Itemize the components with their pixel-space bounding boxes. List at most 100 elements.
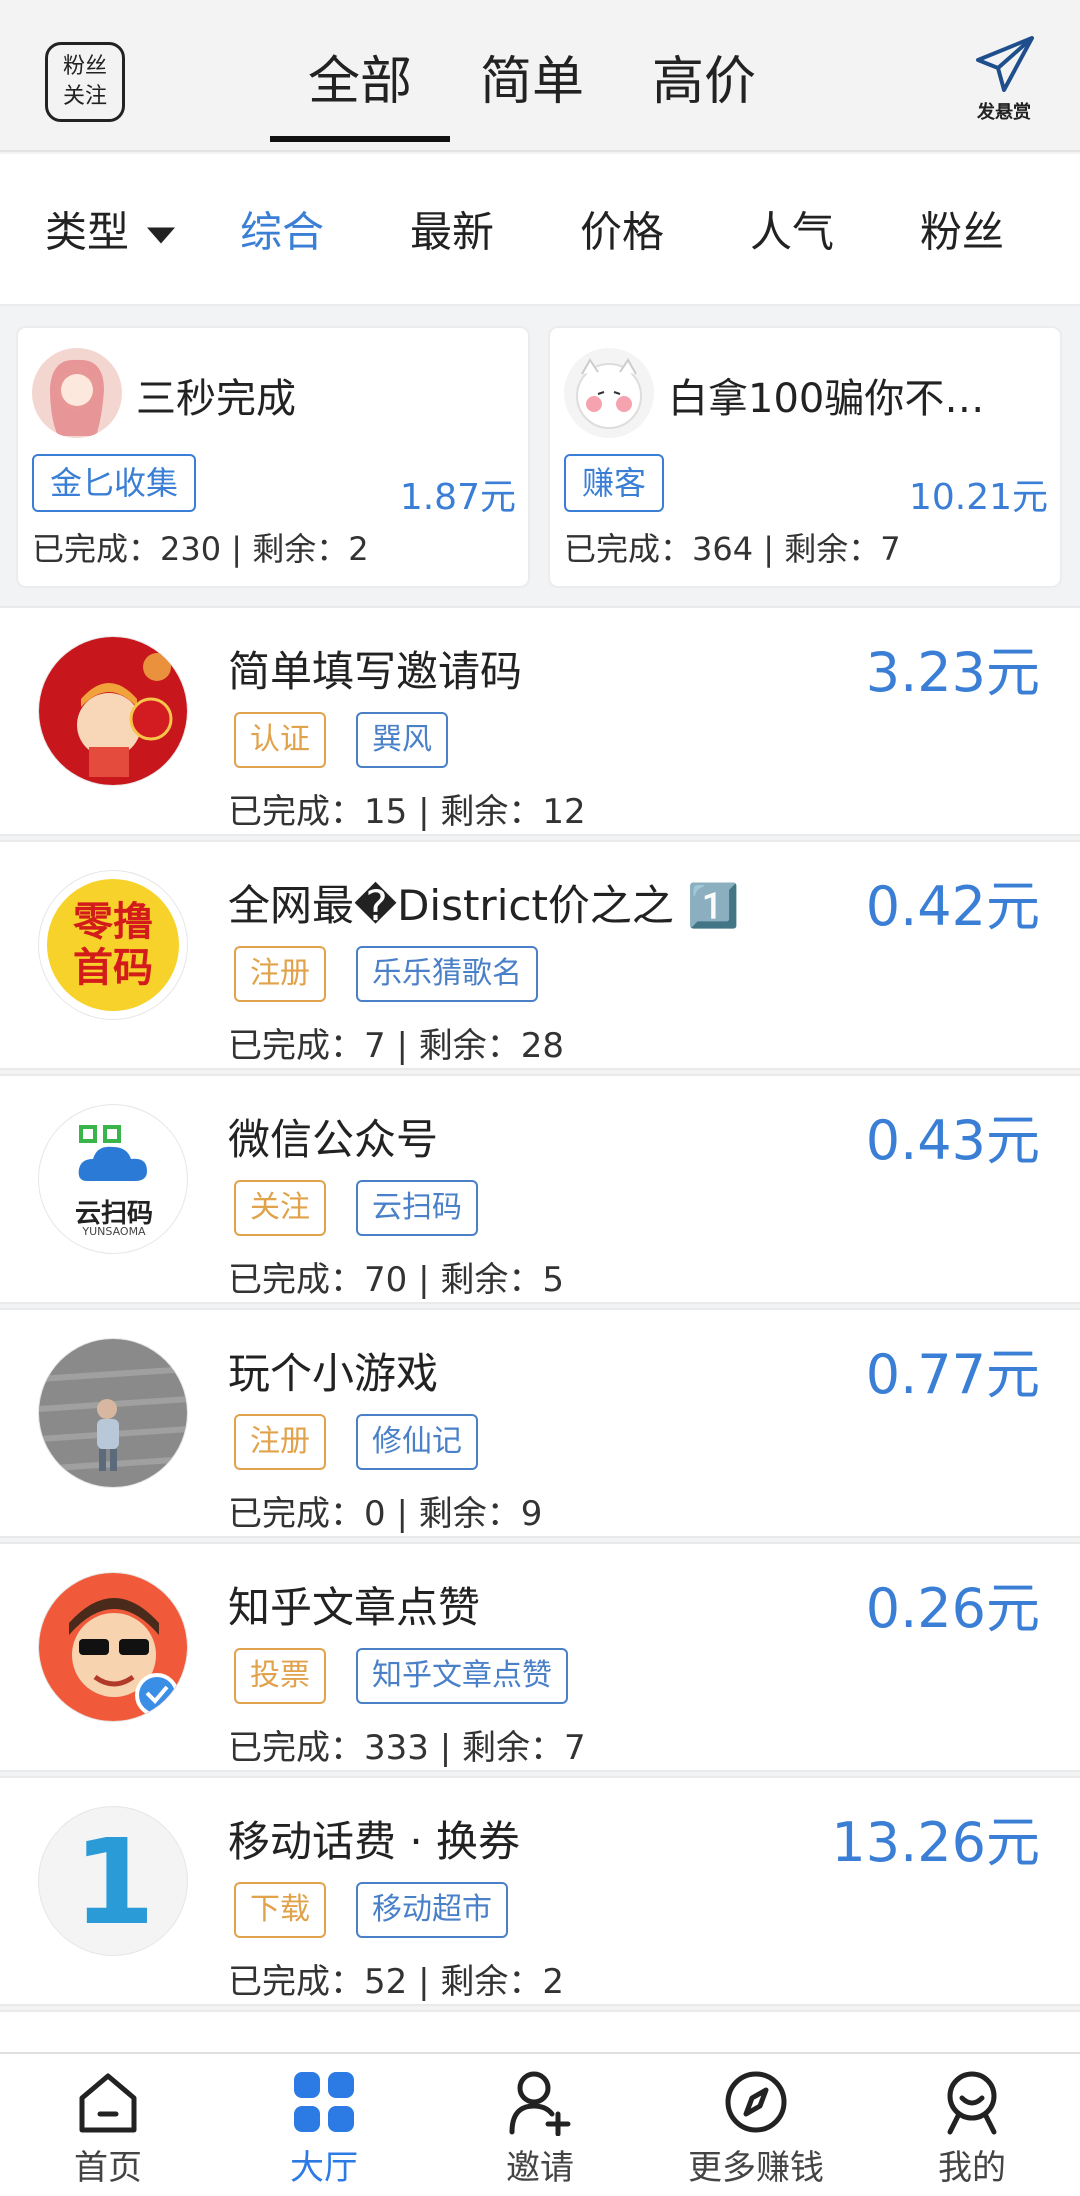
avatar (38, 1572, 188, 1722)
task-tags: 关注 云扫码 (234, 1180, 508, 1236)
nav-invite[interactable]: 邀请 (432, 2054, 648, 2196)
task-title: 玩个小游戏 (228, 1349, 439, 1398)
task-tags: 认证 巽风 (234, 712, 478, 768)
task-tags: 注册 修仙记 (234, 1414, 508, 1470)
task-app-badge: 云扫码 (356, 1180, 478, 1236)
task-type-badge: 下载 (234, 1882, 326, 1938)
task-app-badge: 移动超市 (356, 1882, 508, 1938)
task-type-badge: 关注 (234, 1180, 326, 1236)
category-tabs: 全部 简单 高价 (270, 0, 794, 152)
list-item[interactable]: 玩个小游戏 0.77元 注册 修仙记 已完成：0 | 剩余：9 (0, 1308, 1080, 1538)
task-stats: 已完成：70 | 剩余：5 (228, 1260, 564, 1300)
featured-price: 1.87元 (399, 477, 516, 518)
task-price: 13.26元 (831, 1811, 1040, 1874)
list-item[interactable]: 知乎文章点赞 0.26元 投票 知乎文章点赞 已完成：333 | 剩余：7 (0, 1542, 1080, 1772)
task-title: 移动话费 · 换券 (228, 1817, 521, 1866)
task-app-badge: 乐乐猜歌名 (356, 946, 538, 1002)
list-item[interactable]: 1 移动话费 · 换券 13.26元 下载 移动超市 已完成：52 | 剩余：2 (0, 1776, 1080, 2006)
type-dropdown[interactable]: 类型 (45, 199, 176, 260)
featured-tag: 金匕收集 (32, 454, 197, 512)
profile-icon (947, 2071, 997, 2135)
task-stats: 已完成：333 | 剩余：7 (228, 1728, 586, 1768)
list-item[interactable]: 简单填写邀请码 3.23元 认证 巽风 已完成：15 | 剩余：12 (0, 606, 1080, 836)
tab-all[interactable]: 全部 (270, 0, 450, 152)
avatar-text: YUNSAOMA (82, 1225, 146, 1238)
nav-home-label: 首页 (74, 2148, 142, 2188)
nav-profile-label: 我的 (938, 2148, 1006, 2188)
task-price: 0.43元 (865, 1109, 1040, 1172)
nav-more-earn-label: 更多赚钱 (688, 2148, 824, 2188)
avatar: 零撸 首码 (38, 870, 188, 1020)
list-item[interactable]: 云扫码 YUNSAOMA 微信公众号 0.43元 关注 云扫码 已完成：70 |… (0, 1074, 1080, 1304)
filter-newest[interactable]: 最新 (410, 199, 494, 260)
nav-profile[interactable]: 我的 (864, 2054, 1080, 2196)
featured-card[interactable]: 三秒完成 金匕收集 1.87元 已完成：230 | 剩余：2 (16, 326, 530, 588)
post-reward-button[interactable]: 发悬赏 (968, 34, 1040, 130)
tab-high-price[interactable]: 高价 (614, 0, 794, 152)
task-title: 全网最�District价之之 1️⃣ (228, 881, 740, 930)
nav-more-earn[interactable]: 更多赚钱 (648, 2054, 864, 2196)
top-header: 粉丝 关注 全部 简单 高价 发悬赏 (0, 0, 1080, 152)
featured-stats: 已完成：364 | 剩余：7 (564, 530, 901, 568)
filter-fans[interactable]: 粉丝 (920, 199, 1004, 260)
task-app-badge: 巽风 (356, 712, 448, 768)
featured-card[interactable]: 白拿100骗你不… 赚客 10.21元 已完成：364 | 剩余：7 (548, 326, 1062, 588)
avatar-text: 1 (72, 1813, 156, 1951)
bottom-nav: 首页 大厅 邀请 更多赚钱 我的 (0, 2052, 1080, 2196)
cloud-qr-icon (78, 1125, 147, 1181)
task-tags: 下载 移动超市 (234, 1882, 538, 1938)
task-title: 简单填写邀请码 (228, 647, 523, 696)
avatar: 云扫码 YUNSAOMA (38, 1104, 188, 1254)
paper-plane-icon (976, 36, 1034, 92)
task-type-badge: 投票 (234, 1648, 326, 1704)
task-price: 0.42元 (865, 875, 1040, 938)
avatar (32, 348, 122, 438)
featured-tag: 赚客 (564, 454, 665, 512)
tab-simple[interactable]: 简单 (442, 0, 622, 152)
task-stats: 已完成：15 | 剩余：12 (228, 792, 586, 832)
filter-price[interactable]: 价格 (580, 199, 664, 260)
avatar (38, 1338, 188, 1488)
caret-down-icon (147, 227, 176, 243)
nav-hall[interactable]: 大厅 (216, 2054, 432, 2196)
avatar (38, 636, 188, 786)
avatar: 1 (38, 1806, 188, 1956)
type-dropdown-label: 类型 (45, 207, 130, 257)
task-title: 知乎文章点赞 (228, 1583, 481, 1632)
featured-stats: 已完成：230 | 剩余：2 (32, 530, 369, 568)
filter-popularity[interactable]: 人气 (750, 199, 834, 260)
task-type-badge: 认证 (234, 712, 326, 768)
task-type-badge: 注册 (234, 946, 326, 1002)
nav-hall-label: 大厅 (290, 2148, 358, 2188)
task-price: 0.26元 (865, 1577, 1040, 1640)
add-user-icon (509, 2071, 571, 2136)
fans-follow-button[interactable]: 粉丝 关注 (45, 42, 125, 122)
filter-bar: 类型 综合 最新 价格 人气 粉丝 (0, 154, 1080, 306)
avatar (564, 348, 654, 438)
task-stats: 已完成：0 | 剩余：9 (228, 1494, 543, 1534)
filter-comprehensive[interactable]: 综合 (240, 199, 324, 260)
task-tags: 投票 知乎文章点赞 (234, 1648, 598, 1704)
compass-icon (725, 2071, 787, 2133)
featured-title: 白拿100骗你不… (668, 376, 985, 422)
nav-invite-label: 邀请 (506, 2148, 574, 2188)
task-type-badge: 注册 (234, 1414, 326, 1470)
task-app-badge: 修仙记 (356, 1414, 478, 1470)
nav-home[interactable]: 首页 (0, 2054, 216, 2196)
avatar-text: 首码 (73, 945, 153, 991)
home-icon (79, 2073, 137, 2133)
featured-title: 三秒完成 (136, 376, 296, 422)
fans-button-line2: 关注 (62, 84, 107, 109)
fans-button-line1: 粉丝 (62, 54, 107, 79)
task-tags: 注册 乐乐猜歌名 (234, 946, 568, 1002)
task-stats: 已完成：7 | 剩余：28 (228, 1026, 564, 1066)
task-price: 0.77元 (865, 1343, 1040, 1406)
list-item[interactable]: 零撸 首码 全网最�District价之之 1️⃣ 0.42元 注册 乐乐猜歌名… (0, 840, 1080, 1070)
app-root: 粉丝 关注 全部 简单 高价 发悬赏 类型 综合 最新 价格 人气 粉丝 三秒完… (0, 0, 1080, 2196)
task-price: 3.23元 (865, 641, 1040, 704)
task-app-badge: 知乎文章点赞 (356, 1648, 568, 1704)
featured-price: 10.21元 (908, 477, 1048, 518)
featured-section: 三秒完成 金匕收集 1.87元 已完成：230 | 剩余：2 白拿100骗你不…… (0, 306, 1080, 606)
post-reward-label: 发悬赏 (977, 102, 1031, 123)
task-title: 微信公众号 (228, 1115, 439, 1164)
